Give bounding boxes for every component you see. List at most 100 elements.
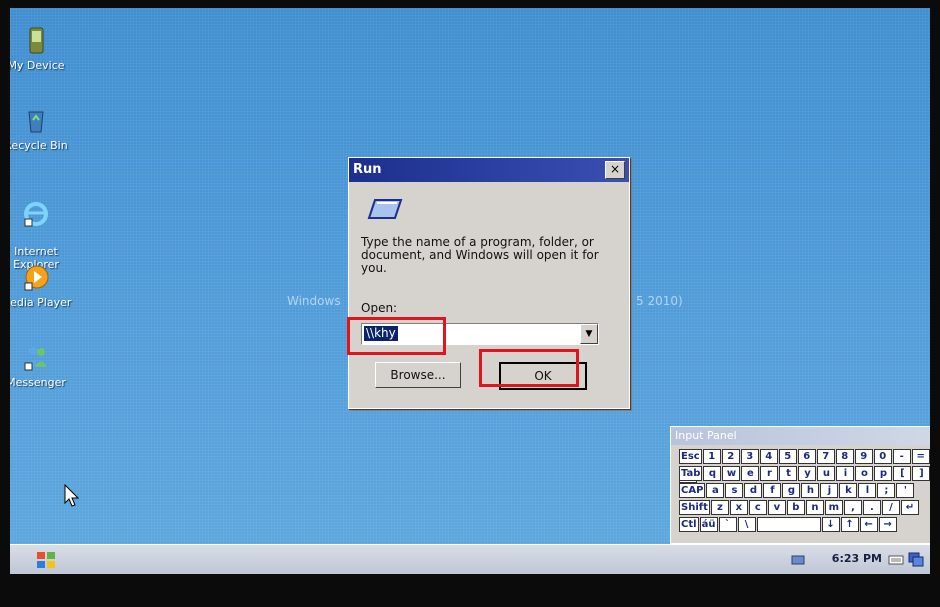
start-button-windows-icon[interactable] bbox=[36, 551, 56, 569]
keyboard-key[interactable]: h bbox=[801, 483, 820, 498]
keyboard-key[interactable]: / bbox=[881, 500, 900, 515]
keyboard-input-icon[interactable] bbox=[888, 551, 904, 567]
keyboard-key[interactable]: u bbox=[817, 466, 836, 481]
keyboard-key[interactable]: 9 bbox=[854, 449, 873, 464]
keyboard-row: Tab q w e r t y u i o p[] bbox=[679, 466, 930, 481]
keyboard-key[interactable]: \ bbox=[737, 517, 756, 532]
network-status-icon[interactable] bbox=[790, 551, 806, 567]
desktop-icon-recycle-bin[interactable]: Recycle Bin bbox=[10, 106, 76, 152]
mouse-pointer-icon bbox=[64, 484, 80, 507]
keyboard-key[interactable]: z bbox=[710, 500, 729, 515]
desktop-watermark-right: 5 2010) bbox=[636, 294, 683, 308]
desktop-icon-label: Media Player bbox=[10, 296, 72, 309]
pda-device-icon bbox=[29, 27, 44, 54]
keyboard-key[interactable]: Ctl bbox=[679, 517, 699, 532]
keyboard-key[interactable]: 6 bbox=[797, 449, 816, 464]
keyboard-key[interactable]: r bbox=[760, 466, 779, 481]
keyboard-key[interactable]: ↑ bbox=[840, 517, 859, 532]
keyboard-key[interactable]: j bbox=[820, 483, 839, 498]
keyboard-key[interactable]: 4 bbox=[759, 449, 778, 464]
keyboard-key[interactable]: , bbox=[843, 500, 862, 515]
keyboard-key[interactable]: w bbox=[722, 466, 741, 481]
keyboard-key[interactable]: a bbox=[706, 483, 725, 498]
browse-button[interactable]: Browse... bbox=[375, 362, 461, 388]
keyboard-key[interactable]: 8 bbox=[835, 449, 854, 464]
keyboard-key[interactable]: ` bbox=[718, 517, 737, 532]
keyboard-key[interactable]: CAP bbox=[679, 483, 706, 498]
dropdown-button[interactable]: ▼ bbox=[580, 324, 598, 344]
keyboard-key[interactable]: 0 bbox=[873, 449, 892, 464]
desktop-icon-messenger[interactable]: Messenger bbox=[10, 343, 76, 389]
keyboard-key[interactable]: k bbox=[839, 483, 858, 498]
keyboard-key[interactable]: - bbox=[892, 449, 911, 464]
input-panel-title: Input Panel bbox=[671, 427, 930, 445]
media-player-icon bbox=[24, 265, 49, 291]
keyboard-key[interactable]: 1 bbox=[702, 449, 721, 464]
desktop-watermark-left: Windows bbox=[287, 294, 341, 308]
keyboard-key[interactable]: f bbox=[763, 483, 782, 498]
input-panel: Input Panel Esc1234567890-=◆Tabqwertyuio… bbox=[670, 426, 930, 544]
keyboard-key[interactable]: ; bbox=[877, 483, 896, 498]
run-icon bbox=[367, 199, 403, 219]
keyboard-key[interactable]: o bbox=[855, 466, 874, 481]
keyboard-key[interactable]: Shift bbox=[679, 500, 710, 515]
keyboard-key[interactable]: p bbox=[874, 466, 893, 481]
keyboard-key[interactable]: 2 bbox=[721, 449, 740, 464]
open-combobox[interactable]: \\khy ▼ bbox=[361, 323, 599, 345]
desktop-icon-label: Messenger bbox=[10, 376, 66, 389]
desktop-icon-label: My Device bbox=[10, 59, 65, 72]
run-dialog: Run × Type the name of a program, folder… bbox=[348, 157, 630, 409]
keyboard-row: CAP a s d f g h j k l; ' bbox=[679, 483, 915, 498]
keyboard-key[interactable]: s bbox=[725, 483, 744, 498]
keyboard-key[interactable]: m bbox=[824, 500, 843, 515]
keyboard-key[interactable]: g bbox=[782, 483, 801, 498]
keyboard-key[interactable]: 3 bbox=[740, 449, 759, 464]
run-dialog-message: Type the name of a program, folder, or d… bbox=[361, 235, 599, 275]
taskbar-clock[interactable]: 6:23 PM bbox=[832, 552, 882, 565]
chevron-down-icon: ▼ bbox=[585, 329, 593, 339]
desktop-icon-label: Recycle Bin bbox=[10, 139, 68, 152]
keyboard-key[interactable]: i bbox=[836, 466, 855, 481]
keyboard-row: Ctl áü ` \ ↓ ↑ ← → bbox=[679, 517, 898, 532]
keyboard-key[interactable]: áü bbox=[699, 517, 718, 532]
keyboard-key[interactable]: [ bbox=[893, 466, 912, 481]
keyboard-key[interactable]: = bbox=[911, 449, 930, 464]
recycle-bin-icon bbox=[28, 111, 44, 133]
keyboard-key[interactable]: l bbox=[858, 483, 877, 498]
keyboard-key[interactable]: q bbox=[703, 466, 722, 481]
keyboard-key[interactable]: t bbox=[779, 466, 798, 481]
open-input-value[interactable]: \\khy bbox=[364, 326, 398, 341]
run-dialog-title: Run bbox=[353, 162, 382, 177]
desktop-icon-media-player[interactable]: Media Player bbox=[10, 263, 76, 309]
keyboard-key[interactable]: e bbox=[741, 466, 760, 481]
keyboard-key[interactable]: ↵ bbox=[900, 500, 919, 515]
keyboard-key[interactable]: ' bbox=[896, 483, 915, 498]
desktop-icon-my-device[interactable]: My Device bbox=[10, 26, 76, 72]
keyboard-key[interactable]: Tab bbox=[679, 466, 703, 481]
keyboard-key[interactable]: . bbox=[862, 500, 881, 515]
keyboard-key[interactable]: 7 bbox=[816, 449, 835, 464]
internet-explorer-icon bbox=[24, 202, 48, 227]
keyboard-key[interactable]: ] bbox=[912, 466, 930, 481]
desktop-icon-internet-explorer[interactable]: Internet Explorer bbox=[10, 186, 76, 271]
keyboard-key[interactable]: ← bbox=[859, 517, 878, 532]
keyboard-key[interactable]: Esc bbox=[679, 449, 702, 464]
show-desktop-icon[interactable] bbox=[908, 551, 924, 567]
keyboard-key[interactable]: y bbox=[798, 466, 817, 481]
keyboard-key[interactable]: v bbox=[767, 500, 786, 515]
keyboard-key[interactable]: 5 bbox=[778, 449, 797, 464]
keyboard-key[interactable]: → bbox=[878, 517, 897, 532]
run-dialog-titlebar[interactable]: Run × bbox=[349, 158, 629, 182]
keyboard-row: Shift z x c v b n m,. / ↵ bbox=[679, 500, 920, 515]
keyboard-key[interactable] bbox=[756, 517, 821, 532]
keyboard-key[interactable]: b bbox=[786, 500, 805, 515]
keyboard-key[interactable]: c bbox=[748, 500, 767, 515]
desktop-screen: My Device Recycle Bin Internet Explorer … bbox=[10, 8, 930, 574]
ok-button[interactable]: OK bbox=[499, 362, 587, 390]
close-button[interactable]: × bbox=[605, 161, 625, 179]
keyboard-key[interactable]: ↓ bbox=[821, 517, 840, 532]
keyboard-key[interactable]: x bbox=[729, 500, 748, 515]
keyboard-key[interactable]: d bbox=[744, 483, 763, 498]
close-icon: × bbox=[609, 162, 621, 176]
keyboard-key[interactable]: n bbox=[805, 500, 824, 515]
